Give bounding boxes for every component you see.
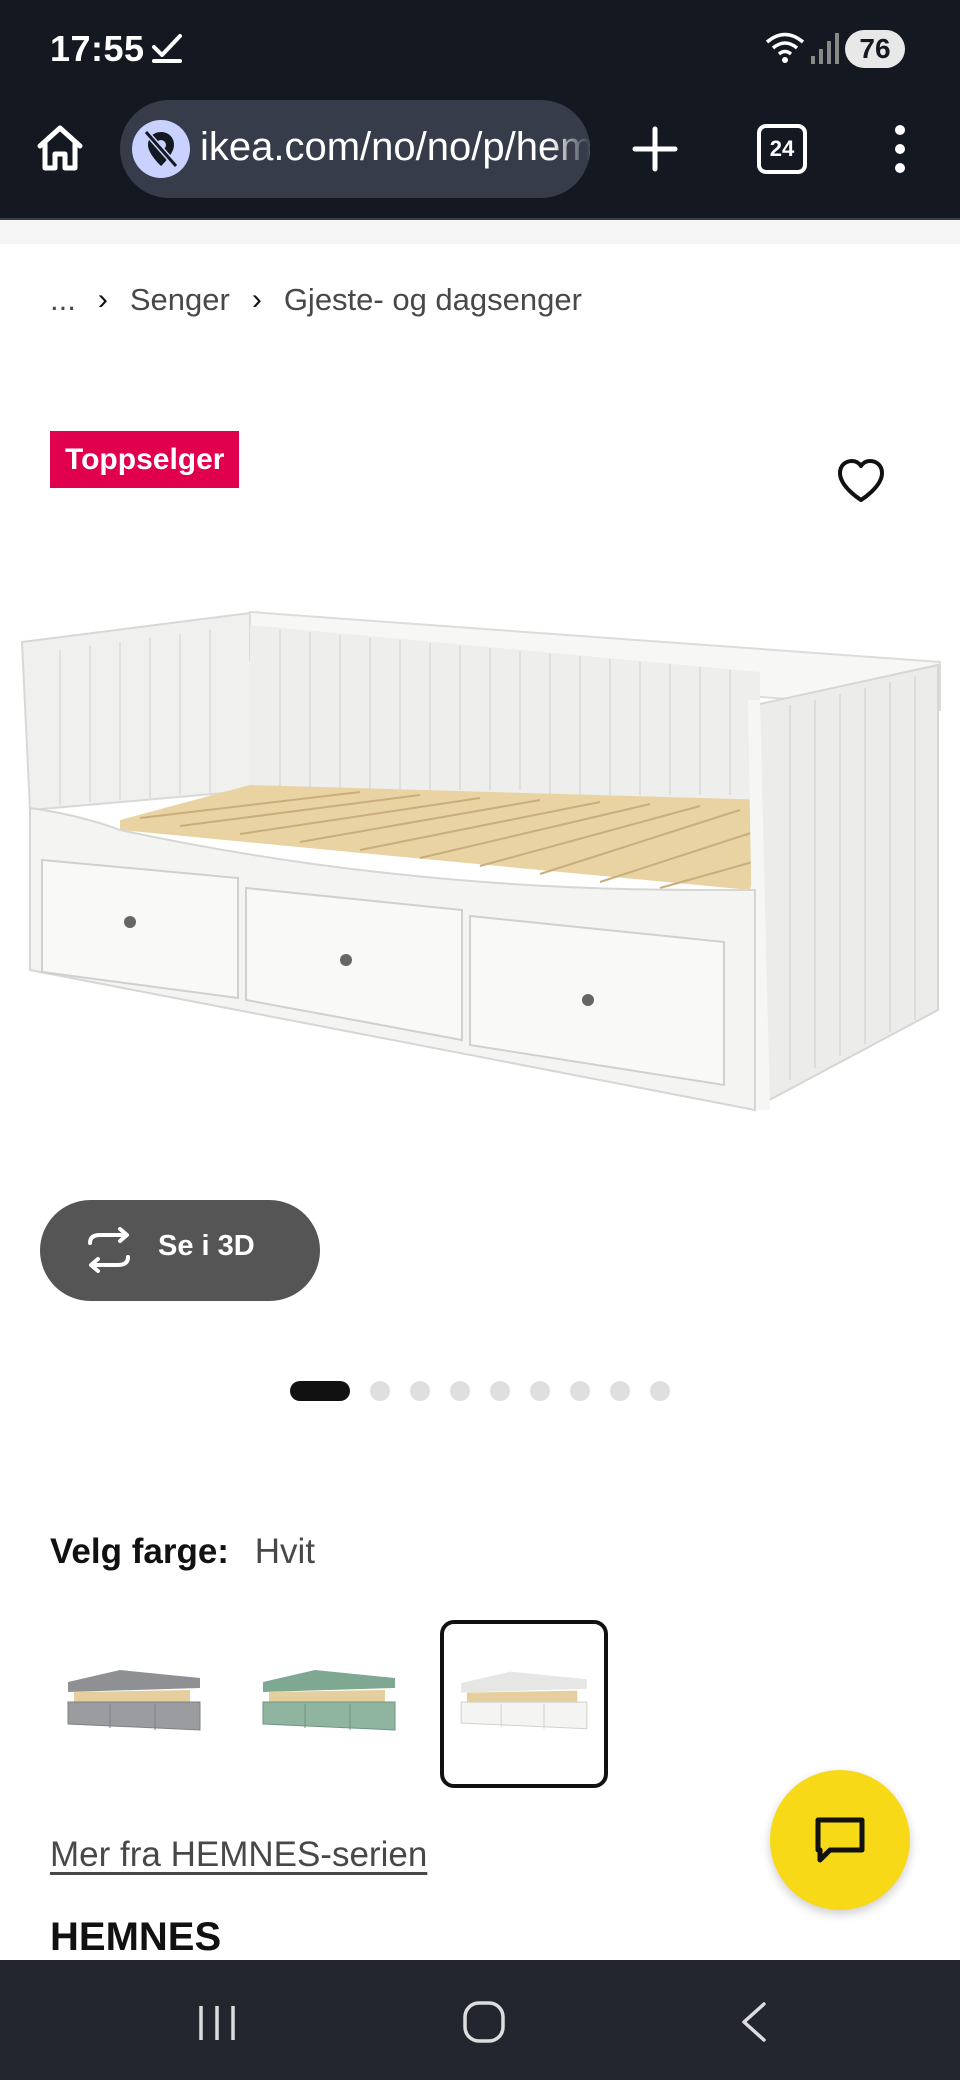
view-3d-button[interactable]: Se i 3D bbox=[40, 1200, 320, 1301]
color-swatch-green[interactable] bbox=[245, 1620, 413, 1788]
breadcrumb-senger[interactable]: Senger bbox=[130, 282, 230, 318]
color-value: Hvit bbox=[254, 1532, 315, 1571]
carousel-dot-active[interactable] bbox=[290, 1381, 350, 1401]
tabs-icon[interactable]: 24 bbox=[757, 124, 807, 174]
address-bar[interactable]: ikea.com/no/no/p/hemnes bbox=[120, 100, 590, 198]
chevron-right-icon: › bbox=[97, 283, 108, 316]
daybed-white-thumbnail bbox=[460, 1671, 588, 1730]
carousel-dot[interactable] bbox=[530, 1381, 550, 1401]
carousel-dot[interactable] bbox=[570, 1381, 590, 1401]
chevron-right-icon: › bbox=[251, 283, 262, 316]
breadcrumb-gjestesenger[interactable]: Gjeste- og dagsenger bbox=[284, 282, 582, 318]
carousel-dots bbox=[290, 1380, 690, 1402]
signal-icon bbox=[811, 33, 839, 64]
series-link[interactable]: Mer fra HEMNES-serien bbox=[50, 1835, 427, 1875]
menu-icon[interactable] bbox=[882, 122, 918, 176]
url-text: ikea.com/no/no/p/hemnes bbox=[200, 125, 590, 169]
carousel-dot[interactable] bbox=[450, 1381, 470, 1401]
chat-button[interactable] bbox=[770, 1770, 910, 1910]
carousel-dot[interactable] bbox=[410, 1381, 430, 1401]
carousel-dot[interactable] bbox=[610, 1381, 630, 1401]
product-image[interactable] bbox=[0, 590, 960, 1130]
system-nav-bar bbox=[0, 1960, 960, 2080]
color-label: Velg farge: bbox=[50, 1532, 229, 1571]
chat-icon bbox=[815, 1817, 865, 1863]
color-swatch-white[interactable] bbox=[440, 1620, 608, 1788]
rotate-3d-icon bbox=[88, 1227, 130, 1273]
breadcrumb: ... › Senger › Gjeste- og dagsenger bbox=[50, 278, 582, 322]
plus-icon[interactable] bbox=[630, 124, 680, 174]
daybed-gray-thumbnail bbox=[67, 1670, 201, 1731]
wifi-icon bbox=[765, 32, 805, 63]
browser-toolbar: ikea.com/no/no/p/hemnes 24 bbox=[0, 100, 960, 220]
check-icon bbox=[152, 34, 182, 63]
battery-indicator: 76 bbox=[845, 30, 905, 68]
status-time: 17:55 bbox=[50, 28, 145, 69]
back-icon[interactable] bbox=[736, 2000, 770, 2044]
location-off-icon bbox=[143, 130, 179, 168]
product-name: HEMNES bbox=[50, 1915, 222, 1959]
status-bar: 17:55 76 bbox=[0, 0, 960, 100]
home-icon[interactable] bbox=[34, 122, 86, 174]
carousel-dot[interactable] bbox=[370, 1381, 390, 1401]
color-swatch-gray[interactable] bbox=[50, 1620, 218, 1788]
bestseller-badge: Toppselger bbox=[50, 431, 240, 488]
daybed-green-thumbnail bbox=[262, 1670, 396, 1731]
heart-icon[interactable] bbox=[834, 454, 888, 508]
carousel-dot[interactable] bbox=[490, 1381, 510, 1401]
breadcrumb-ellipsis[interactable]: ... bbox=[50, 282, 76, 318]
page-top-strip bbox=[0, 220, 960, 244]
color-selector-label: Velg farge: Hvit bbox=[50, 1532, 315, 1572]
recents-icon[interactable] bbox=[195, 2004, 239, 2042]
carousel-dot[interactable] bbox=[650, 1381, 670, 1401]
view-3d-label: Se i 3D bbox=[158, 1230, 255, 1262]
home-nav-icon[interactable] bbox=[462, 2000, 506, 2044]
site-info-button[interactable] bbox=[132, 120, 190, 178]
